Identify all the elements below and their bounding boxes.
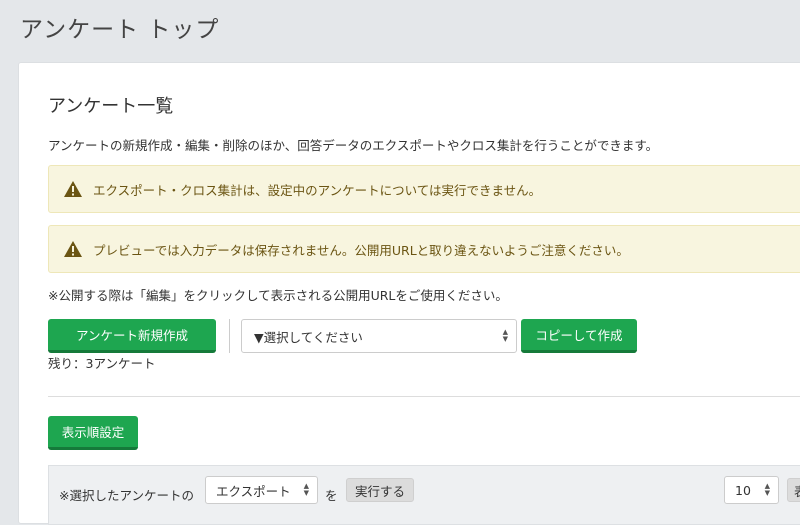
- survey-list-card: アンケート一覧 アンケートの新規作成・編集・削除のほか、回答データのエクスポート…: [18, 62, 800, 525]
- warning-icon: [63, 240, 83, 258]
- copy-source-select[interactable]: ▼選択してください ▲ ▼: [241, 319, 517, 353]
- select-arrows-icon: ▲ ▼: [764, 482, 770, 497]
- section-divider: [48, 396, 800, 397]
- section-title: アンケート一覧: [48, 96, 174, 117]
- remaining-count: 残り：3アンケート: [48, 356, 156, 371]
- sort-order-button[interactable]: 表示順設定: [48, 416, 138, 450]
- divider: [229, 319, 230, 353]
- alert-preview-warning: プレビューでは入力データは保存されません。公開用URLと取り違えないようご注意く…: [48, 225, 800, 273]
- copy-create-button[interactable]: コピーして作成: [521, 319, 637, 353]
- alert-export-warning: エクスポート・クロス集計は、設定中のアンケートについては実行できません。: [48, 165, 800, 213]
- description-text: アンケートの新規作成・編集・削除のほか、回答データのエクスポートやクロス集計を行…: [48, 138, 659, 153]
- copy-source-selected: ▼選択してください: [254, 329, 363, 345]
- new-survey-button[interactable]: アンケート新規作成: [48, 319, 216, 353]
- alert-text: エクスポート・クロス集計は、設定中のアンケートについては実行できません。: [93, 182, 542, 198]
- particle-text: を: [325, 488, 338, 503]
- alert-text: プレビューでは入力データは保存されません。公開用URLと取り違えないようご注意く…: [93, 242, 629, 258]
- select-arrows-icon: ▲ ▼: [502, 328, 508, 343]
- display-button[interactable]: 表: [787, 478, 800, 502]
- run-button[interactable]: 実行する: [346, 478, 415, 502]
- bulk-action-label: ※選択したアンケートの: [59, 488, 194, 503]
- warning-icon: [63, 180, 83, 198]
- per-page-value: 10: [735, 482, 751, 498]
- page-title: アンケート トップ: [20, 17, 220, 43]
- bulk-action-bar: ※選択したアンケートの エクスポート ▲▼ を 実行する 10 ▲▼ 表: [48, 465, 800, 525]
- public-url-note: ※公開する際は「編集」をクリックして表示される公開用URLをご使用ください。: [48, 288, 508, 303]
- select-arrows-icon: ▲ ▼: [303, 482, 309, 497]
- bulk-action-selected: エクスポート: [216, 483, 291, 499]
